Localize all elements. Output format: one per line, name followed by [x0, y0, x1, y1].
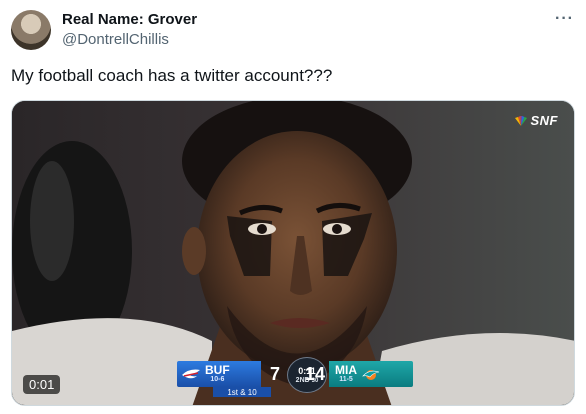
home-score: 14: [304, 363, 326, 384]
peacock-icon: [514, 115, 527, 126]
home-team-panel: MIA 11-5: [329, 361, 413, 387]
more-options-icon[interactable]: ···: [555, 10, 574, 28]
away-team-panel: BUF 10-6: [177, 361, 261, 387]
bills-logo-icon: [182, 369, 200, 379]
avatar[interactable]: [11, 10, 51, 50]
scorebug: BUF 10-6 7 0:11 2ND 30 14 MIA 11-5 1st &…: [177, 357, 413, 397]
away-team-abbr: BUF: [205, 363, 230, 377]
author-handle[interactable]: @DontrellChillis: [62, 31, 169, 48]
home-team-record: 11-5: [339, 376, 353, 383]
away-score: 7: [269, 363, 280, 384]
snf-logo: SNF: [514, 113, 559, 128]
tweet-card[interactable]: Real Name: Grover @DontrellChillis ··· M…: [0, 0, 586, 414]
home-team-abbr: MIA: [335, 363, 357, 377]
video-elapsed-time: 0:01: [23, 375, 61, 394]
video-player[interactable]: SNF 0:01 BUF 10-6 7 0:11 2ND 30 14 MIA 1…: [11, 100, 575, 406]
away-team-record: 10-6: [210, 376, 225, 383]
network-label: SNF: [530, 113, 558, 128]
tweet-text: My football coach has a twitter account?…: [11, 66, 333, 85]
dolphins-logo-icon: [362, 370, 380, 380]
down-and-distance: 1st & 10: [213, 387, 271, 397]
author-display-name[interactable]: Real Name: Grover: [62, 11, 197, 28]
